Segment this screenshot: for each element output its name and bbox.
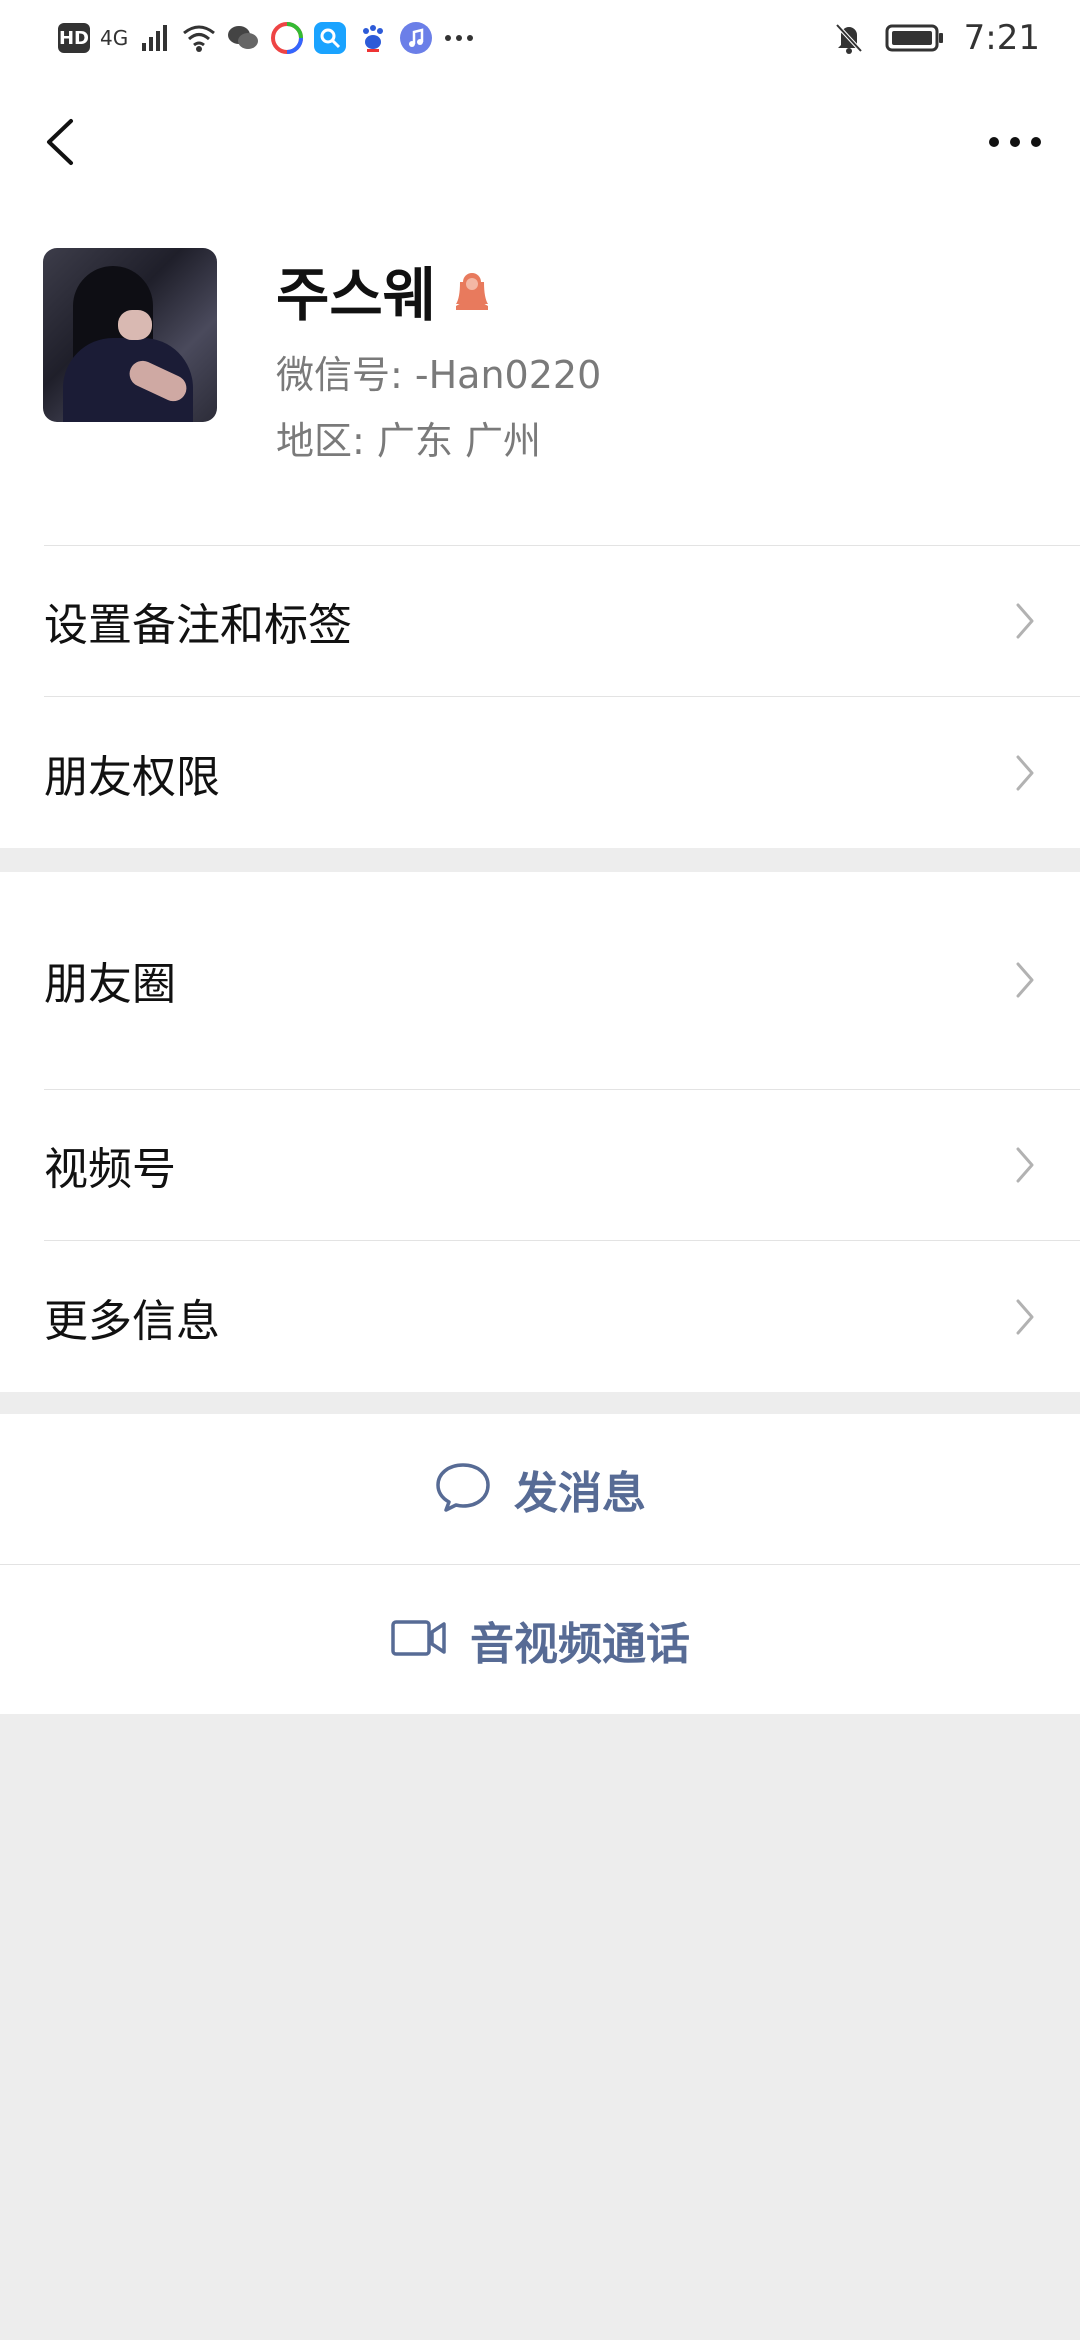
chevron-right-icon	[1010, 1295, 1040, 1339]
avatar[interactable]	[43, 248, 217, 422]
cell-label: 设置备注和标签	[44, 600, 352, 651]
actions-group: 发消息 音视频通话	[0, 1414, 1080, 1714]
status-right: 7:21	[832, 14, 1040, 62]
chevron-right-icon	[1010, 751, 1040, 795]
wechat-icon	[226, 21, 260, 55]
search-app-icon	[314, 22, 347, 54]
mute-bell-icon	[832, 21, 866, 55]
status-left: HD 4G	[58, 14, 476, 62]
chevron-left-icon	[47, 119, 73, 165]
status-bar: HD 4G 7:21	[0, 0, 1080, 76]
signal-icon	[138, 21, 172, 55]
profile-header: 주스웨 微信号: -Han0220 地区: 广东 广州	[0, 206, 1080, 546]
send-message-label: 发消息	[514, 1468, 646, 1519]
music-icon	[400, 22, 433, 54]
video-camera-icon	[390, 1618, 448, 1662]
info-group: 朋友圈 视频号 更多信息	[0, 872, 1080, 1392]
clock: 7:21	[963, 18, 1040, 58]
battery-icon	[884, 21, 946, 55]
cell-label: 朋友权限	[44, 751, 220, 803]
chat-bubble-icon	[434, 1461, 492, 1517]
hd-badge: HD	[58, 23, 90, 53]
chevron-right-icon	[1010, 958, 1040, 1002]
more-options-button[interactable]	[980, 112, 1050, 172]
cell-channels[interactable]: 视频号	[0, 1090, 1080, 1240]
app-icon	[270, 21, 304, 55]
region: 地区: 广东 广州	[276, 419, 541, 463]
settings-group: 设置备注和标签 朋友权限	[0, 546, 1080, 848]
more-dots-icon	[442, 21, 476, 55]
top-nav	[0, 76, 1080, 206]
cell-friend-permissions[interactable]: 朋友权限	[0, 697, 1080, 848]
chevron-right-icon	[1010, 599, 1040, 643]
baidu-icon	[356, 21, 390, 55]
more-dots-icon	[989, 137, 1041, 147]
send-message-button[interactable]: 发消息	[0, 1414, 1080, 1564]
video-call-label: 音视频通话	[470, 1618, 690, 1670]
name-row: 주스웨	[276, 254, 494, 329]
cell-label: 更多信息	[44, 1295, 220, 1347]
wechat-id: 微信号: -Han0220	[276, 353, 602, 397]
cell-label: 视频号	[44, 1144, 176, 1195]
network-label: 4G	[100, 26, 129, 50]
female-icon	[450, 268, 494, 312]
video-call-button[interactable]: 音视频通话	[0, 1565, 1080, 1714]
wifi-icon	[182, 21, 216, 55]
cell-more-info[interactable]: 更多信息	[0, 1241, 1080, 1392]
cell-label: 朋友圈	[44, 959, 176, 1010]
chevron-right-icon	[1010, 1143, 1040, 1187]
cell-remark-tags[interactable]: 设置备注和标签	[0, 546, 1080, 696]
contact-name: 주스웨	[276, 261, 437, 329]
cell-moments[interactable]: 朋友圈	[0, 872, 1080, 1088]
back-button[interactable]	[30, 112, 90, 172]
